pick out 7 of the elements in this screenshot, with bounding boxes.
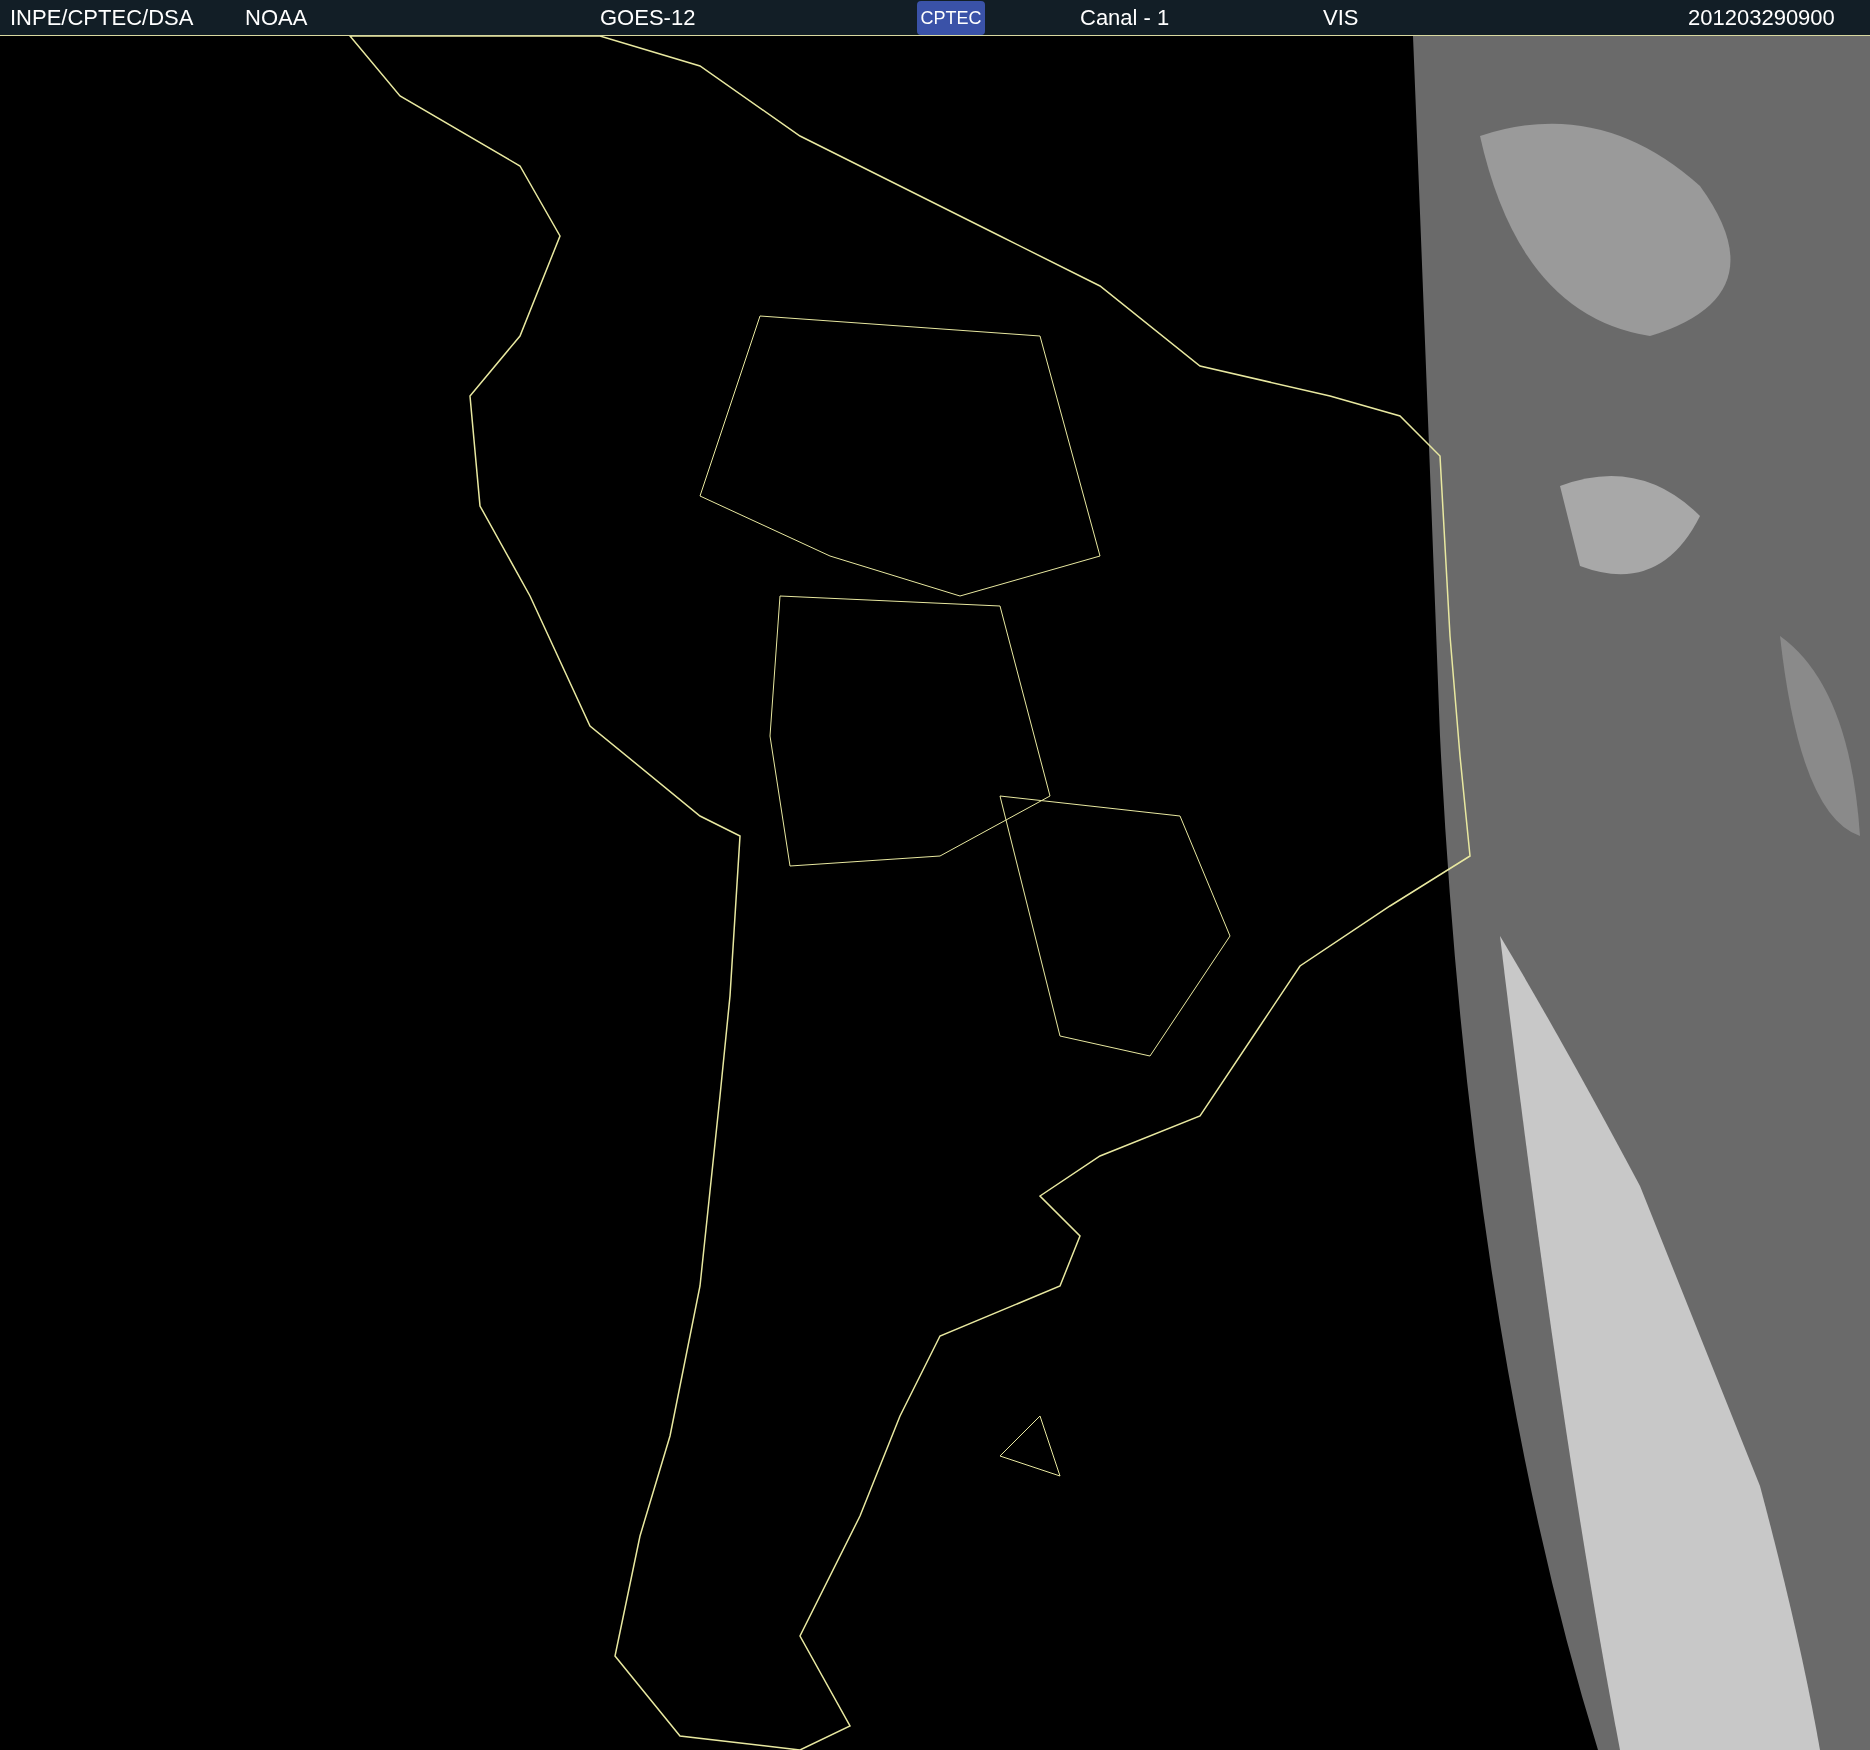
timestamp-label: 201203290900 xyxy=(1688,4,1835,32)
channel-label: Canal - 1 xyxy=(1080,4,1171,32)
band-label: VIS xyxy=(1323,4,1360,32)
source-label: INPE/CPTEC/DSA xyxy=(10,4,195,32)
logo-text: CPTEC xyxy=(920,8,982,27)
satellite-label: GOES-12 xyxy=(600,4,697,32)
agency-label: NOAA xyxy=(245,4,309,32)
